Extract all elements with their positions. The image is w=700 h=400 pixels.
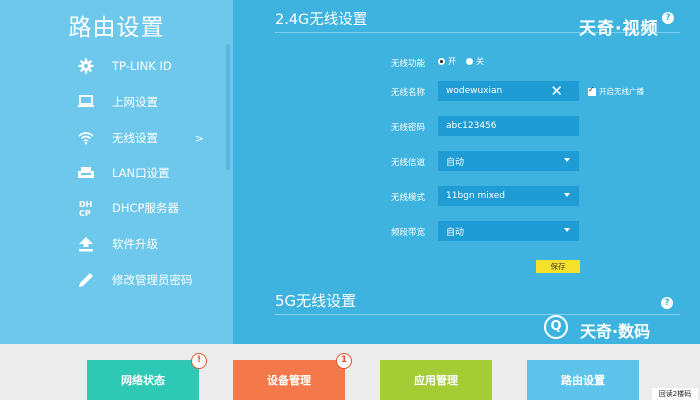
sidebar-title: 路由设置 bbox=[68, 15, 165, 41]
clear-icon[interactable]: ✕ bbox=[550, 82, 563, 100]
sidebar-scrollbar[interactable] bbox=[226, 44, 230, 170]
nav-tile-device-management[interactable]: 设备管理 bbox=[233, 360, 345, 400]
sidebar-item-label: 无线设置 bbox=[112, 131, 158, 145]
sidebar-item-label: LAN口设置 bbox=[112, 166, 170, 180]
corner-tag: 回读2楼码 bbox=[652, 388, 698, 400]
broadcast-label: 开启无线广播 bbox=[599, 87, 644, 96]
sidebar-item-label: 修改管理员密码 bbox=[112, 273, 193, 287]
nav-tile-network-status[interactable]: 网络状态 bbox=[87, 360, 199, 400]
svg-text:CP: CP bbox=[79, 209, 91, 217]
password-value: abc123456 bbox=[446, 121, 497, 131]
wireless-on-radio[interactable]: 开 bbox=[438, 56, 456, 67]
bandwidth-value: 自动 bbox=[446, 227, 465, 238]
brand-watermark: 天奇·数码 bbox=[580, 322, 651, 341]
sidebar: 路由设置 TP-LINK ID 上网设置 无线设置 > LAN口设置 DH CP … bbox=[0, 0, 233, 344]
mode-value: 11bgn mixed bbox=[446, 191, 506, 201]
brand-logo-icon: Q bbox=[544, 315, 568, 339]
brand-watermark: 天奇·视频 bbox=[579, 19, 659, 39]
alert-badge: ! bbox=[191, 353, 207, 369]
dropdown-arrow-icon bbox=[564, 228, 570, 232]
help-icon[interactable]: ? bbox=[662, 12, 674, 24]
wireless-off-radio[interactable]: 关 bbox=[466, 56, 484, 67]
mode-select[interactable]: 11bgn mixed bbox=[438, 186, 579, 206]
ssid-input[interactable]: wodewuxian ✕ bbox=[438, 81, 579, 101]
count-badge: 1 bbox=[336, 353, 352, 369]
help-icon[interactable]: ? bbox=[661, 297, 673, 309]
radio-label: 开 bbox=[448, 57, 456, 66]
dropdown-arrow-icon bbox=[564, 193, 570, 197]
sidebar-item-label: DHCP服务器 bbox=[112, 201, 179, 215]
sidebar-item-label: TP-LINK ID bbox=[112, 59, 172, 73]
sidebar-item-label: 软件升级 bbox=[112, 237, 158, 251]
bottom-nav: 网络状态 ! 设备管理 1 应用管理 路由设置 bbox=[0, 344, 700, 400]
nav-tile-label: 应用管理 bbox=[414, 374, 458, 387]
nav-tile-router-settings[interactable]: 路由设置 bbox=[527, 360, 639, 400]
sidebar-item-tplink-id[interactable]: TP-LINK ID bbox=[78, 48, 216, 84]
pencil-icon bbox=[78, 272, 112, 288]
sidebar-item-wireless[interactable]: 无线设置 > bbox=[78, 120, 216, 156]
nav-tile-label: 路由设置 bbox=[561, 374, 605, 387]
sidebar-item-internet[interactable]: 上网设置 bbox=[78, 84, 216, 120]
router-icon bbox=[78, 166, 112, 180]
password-input[interactable]: abc123456 bbox=[438, 116, 579, 136]
monitor-icon bbox=[78, 95, 112, 109]
section-title-5g: 5G无线设置 bbox=[275, 292, 357, 310]
sidebar-item-admin-password[interactable]: 修改管理员密码 bbox=[78, 262, 216, 298]
bandwidth-select[interactable]: 自动 bbox=[438, 221, 579, 241]
sidebar-item-label: 上网设置 bbox=[112, 95, 158, 109]
channel-value: 自动 bbox=[446, 157, 465, 168]
dhcp-icon: DH CP bbox=[78, 199, 112, 217]
sidebar-item-upgrade[interactable]: 软件升级 bbox=[78, 226, 216, 262]
chevron-right-icon: > bbox=[194, 131, 204, 145]
gear-icon bbox=[78, 58, 112, 74]
dropdown-arrow-icon bbox=[564, 158, 570, 162]
broadcast-checkbox[interactable]: 开启无线广播 bbox=[588, 85, 644, 97]
nav-tile-label: 设备管理 bbox=[267, 374, 311, 387]
section-divider bbox=[275, 314, 680, 315]
main-panel: 2.4G无线设置 ? 天奇·视频 无线功能 开 关 无线名称 wodewuxia… bbox=[233, 0, 700, 344]
radio-selected-icon bbox=[438, 58, 445, 65]
sidebar-item-lan[interactable]: LAN口设置 bbox=[78, 155, 216, 191]
section-title-24g: 2.4G无线设置 bbox=[275, 12, 368, 28]
radio-label: 关 bbox=[476, 57, 484, 66]
channel-select[interactable]: 自动 bbox=[438, 151, 579, 171]
sidebar-item-dhcp[interactable]: DH CP DHCP服务器 bbox=[78, 190, 216, 226]
nav-tile-app-management[interactable]: 应用管理 bbox=[380, 360, 492, 400]
ssid-value: wodewuxian bbox=[446, 86, 503, 96]
upload-icon bbox=[78, 236, 112, 252]
save-button[interactable]: 保存 bbox=[536, 260, 580, 273]
wifi-icon bbox=[78, 131, 112, 145]
svg-text:DH: DH bbox=[79, 200, 92, 209]
radio-unselected-icon bbox=[466, 58, 473, 65]
checkbox-checked-icon bbox=[588, 85, 596, 96]
nav-tile-label: 网络状态 bbox=[121, 374, 165, 387]
